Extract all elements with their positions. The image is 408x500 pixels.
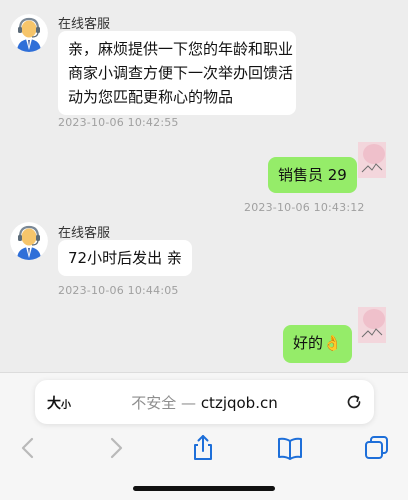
agent-avatar[interactable]: [10, 222, 48, 260]
user-avatar[interactable]: [358, 142, 386, 178]
browser-bottom-bar: 大小 不安全 — ctzjqob.cn: [0, 372, 408, 500]
back-icon[interactable]: [13, 433, 43, 463]
message-text: 好的👌: [293, 334, 342, 352]
agent-name: 在线客服: [58, 17, 111, 32]
message-text: 销售员 29: [278, 166, 347, 184]
reload-icon[interactable]: [344, 392, 364, 412]
message-timestamp: 2023-10-06 10:42:55: [58, 116, 179, 129]
agent-avatar[interactable]: [10, 14, 48, 52]
message-line: 商家小调查方便下一次举办回馈活: [68, 64, 294, 82]
user-avatar[interactable]: [358, 307, 386, 343]
outgoing-message-bubble[interactable]: 销售员 29: [268, 157, 357, 193]
url-domain: ctzjqob.cn: [200, 394, 278, 412]
message-text: 72小时后发出 亲: [68, 249, 182, 267]
agent-name: 在线客服: [58, 226, 111, 241]
forward-icon[interactable]: [101, 433, 131, 463]
incoming-message-bubble[interactable]: 72小时后发出 亲: [58, 240, 192, 276]
message-line: 动为您匹配更称心的物品: [68, 88, 234, 106]
address-bar[interactable]: 大小 不安全 — ctzjqob.cn: [35, 380, 374, 424]
share-icon[interactable]: [188, 433, 218, 463]
insecure-label: 不安全 —: [131, 394, 197, 412]
home-indicator: [133, 486, 275, 491]
message-line: 亲，麻烦提供一下您的年龄和职业: [68, 40, 294, 58]
incoming-message-bubble[interactable]: 亲，麻烦提供一下您的年龄和职业 商家小调查方便下一次举办回馈活 动为您匹配更称心…: [58, 31, 296, 115]
message-timestamp: 2023-10-06 10:44:05: [58, 284, 179, 297]
url-display[interactable]: 不安全 — ctzjqob.cn: [35, 392, 374, 413]
outgoing-message-bubble[interactable]: 好的👌: [283, 325, 352, 363]
tabs-icon[interactable]: [362, 433, 392, 463]
message-timestamp: 2023-10-06 10:43:12: [244, 201, 365, 214]
bookmarks-icon[interactable]: [275, 433, 305, 463]
